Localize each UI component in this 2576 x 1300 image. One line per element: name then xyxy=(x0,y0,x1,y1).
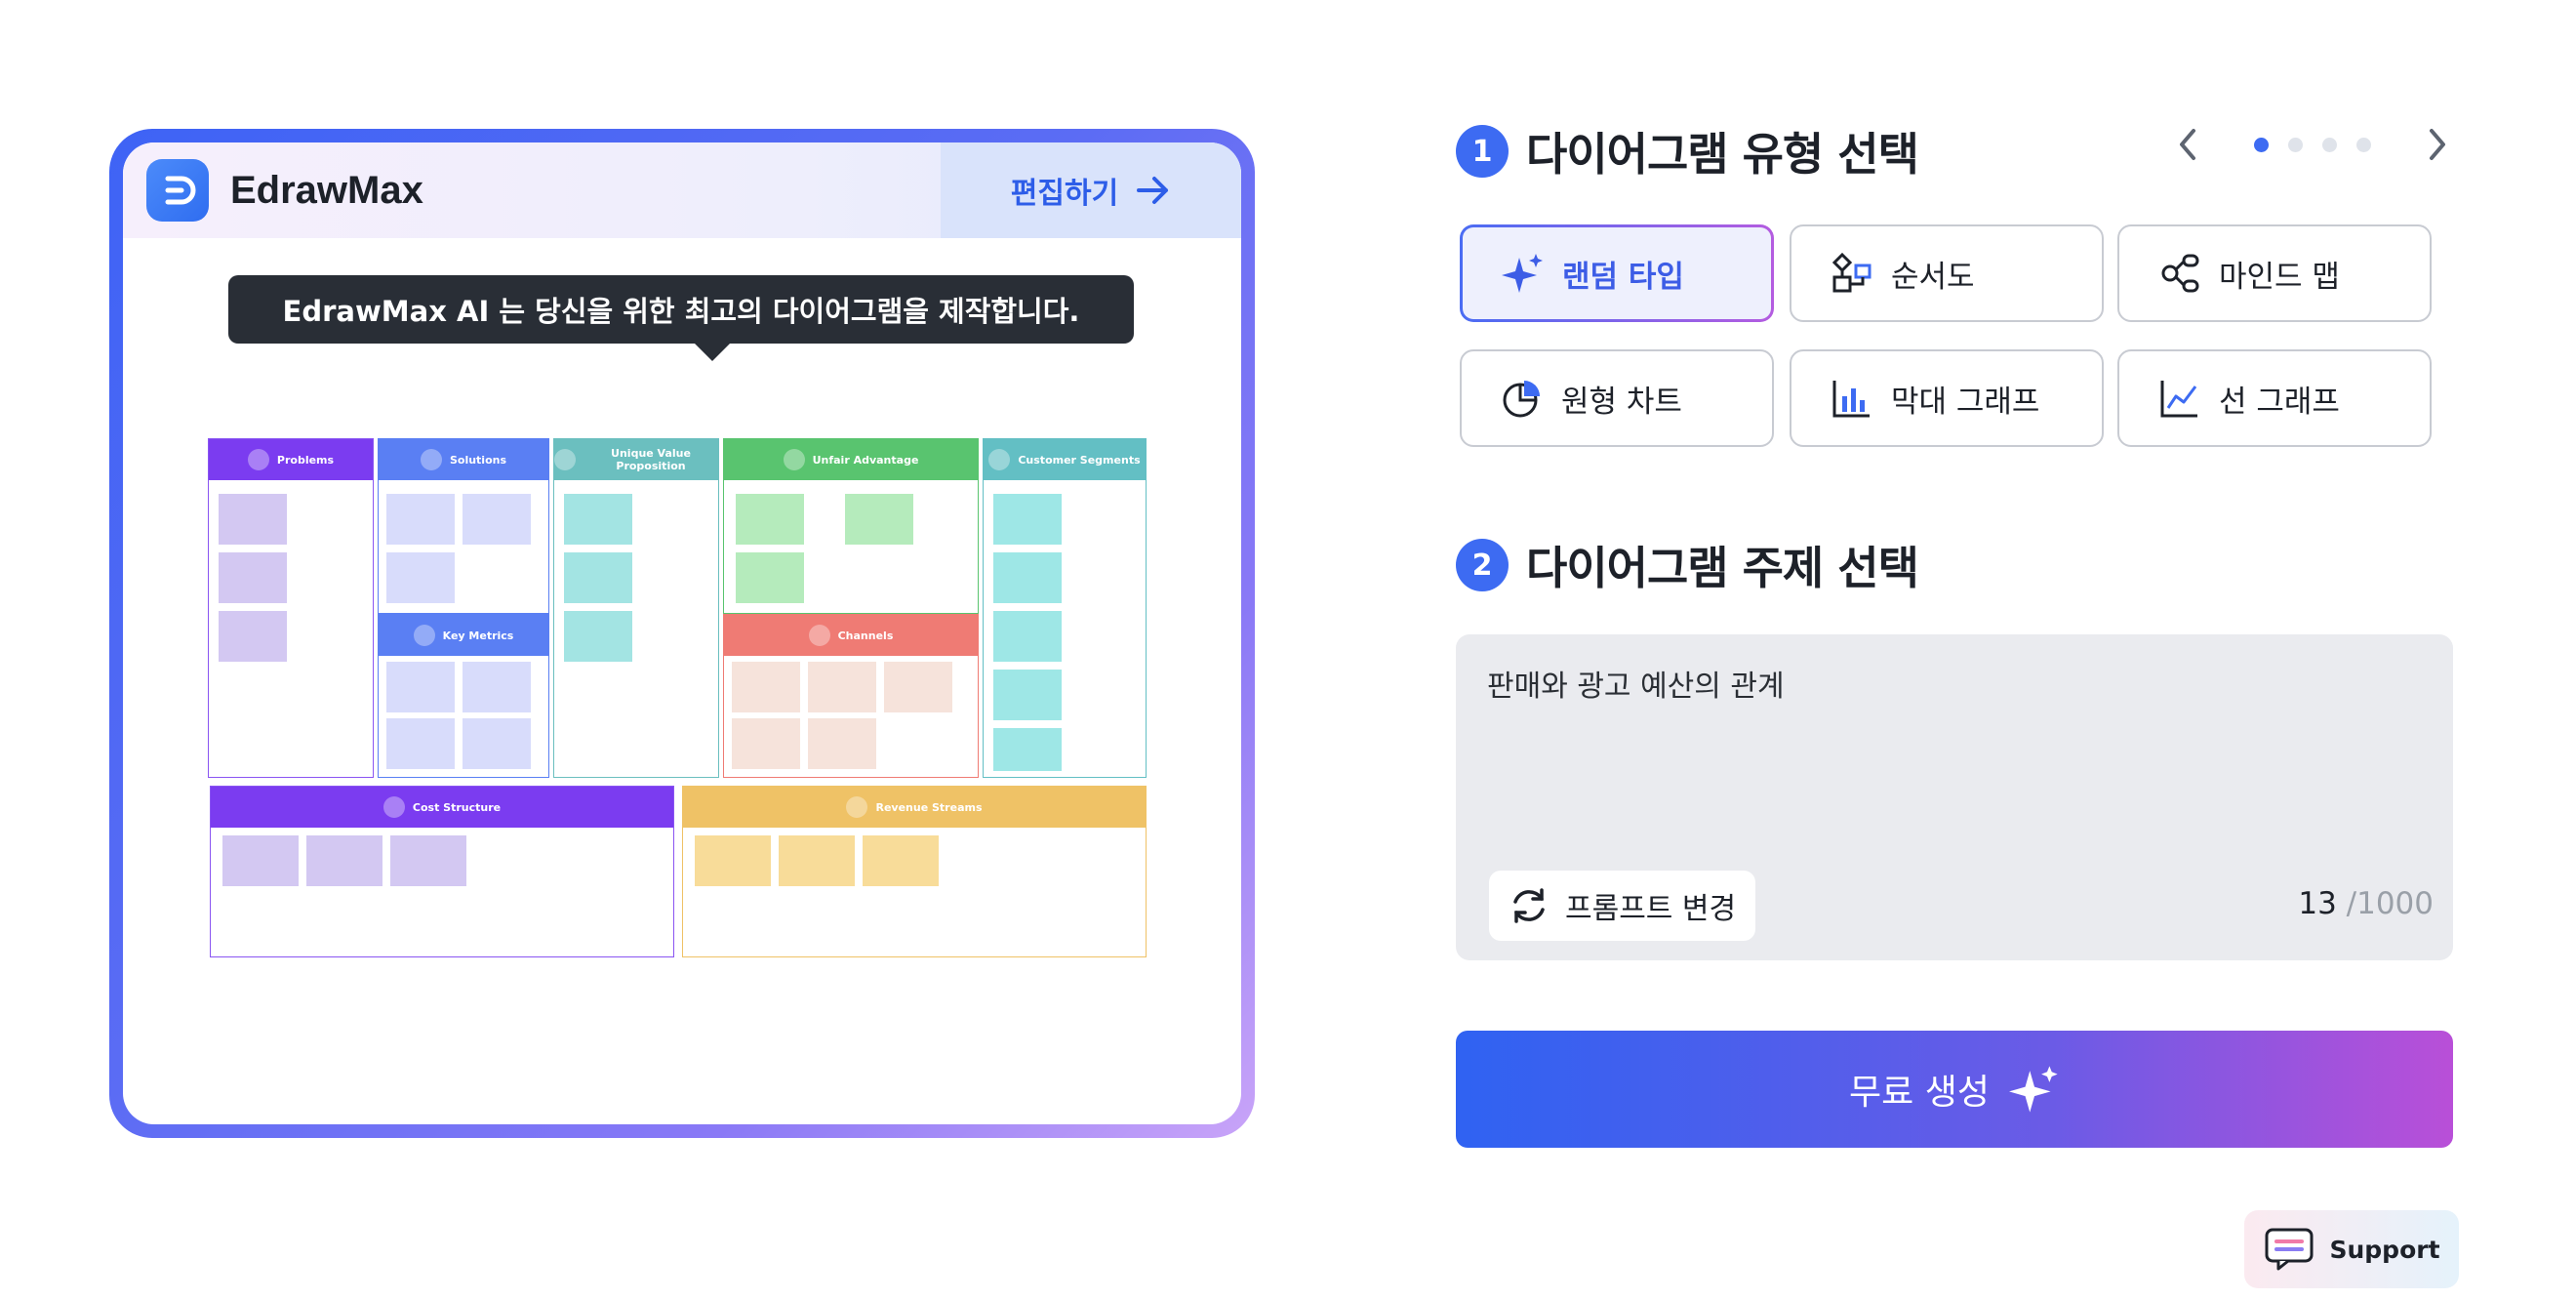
char-count: 13 xyxy=(2298,886,2337,921)
prompt-change-button[interactable]: 프롬프트 변경 xyxy=(1489,871,1756,941)
type-flowchart-label: 순서도 xyxy=(1891,259,1975,295)
canvas-key-metrics: Key Metrics xyxy=(378,614,549,778)
canvas-customer-segments: Customer Segments xyxy=(983,438,1147,778)
step1-title: 다이어그램 유형 선택 xyxy=(1526,128,1919,181)
canvas-unfair-title: Unfair Advantage xyxy=(812,453,919,467)
carousel-dot[interactable] xyxy=(2288,137,2303,152)
canvas-revenue-streams: Revenue Streams xyxy=(682,786,1147,957)
canvas-cost-title: Cost Structure xyxy=(412,800,502,814)
sparkle-icon xyxy=(2008,1066,2058,1113)
carousel-dot[interactable] xyxy=(2322,137,2337,152)
chevron-right-icon[interactable] xyxy=(2418,125,2457,164)
type-pie-chart-label: 원형 차트 xyxy=(1561,384,1682,420)
sparkle-icon xyxy=(1502,252,1545,295)
type-bar-chart-button[interactable]: 막대 그래프 xyxy=(1790,349,2104,447)
topic-input[interactable]: 판매와 광고 예산의 관계 프롬프트 변경 13 /1000 xyxy=(1456,634,2453,960)
preview-header: EdrawMax 편집하기 xyxy=(123,142,1241,238)
generate-label: 무료 생성 xyxy=(1849,1073,1990,1113)
chevron-left-icon[interactable] xyxy=(2168,125,2207,164)
type-line-chart-button[interactable]: 선 그래프 xyxy=(2117,349,2432,447)
step2-header: 2 다이어그램 주제 선택 xyxy=(1456,533,1919,597)
type-line-chart-label: 선 그래프 xyxy=(2219,384,2340,420)
step1-number: 1 xyxy=(1456,125,1509,178)
canvas-problems-title: Problems xyxy=(276,453,335,467)
arrow-right-icon xyxy=(1137,177,1169,204)
canvas-segments-title: Customer Segments xyxy=(1018,453,1141,467)
type-pie-chart-button[interactable]: 원형 차트 xyxy=(1460,349,1774,447)
prompt-change-label: 프롬프트 변경 xyxy=(1565,892,1737,926)
bar-chart-icon xyxy=(1831,377,1873,420)
canvas-channels-title: Channels xyxy=(837,629,894,642)
preview-tooltip: EdrawMax AI 는 당신을 위한 최고의 다이어그램을 제작합니다. xyxy=(228,275,1134,361)
canvas-uvp: Unique Value Proposition xyxy=(553,438,719,778)
edrawmax-logo-icon xyxy=(146,159,209,222)
support-label: Support xyxy=(2329,1235,2440,1264)
refresh-icon xyxy=(1513,888,1545,923)
brand: EdrawMax xyxy=(123,159,423,222)
carousel-dot[interactable] xyxy=(2254,137,2269,152)
char-max: /1000 xyxy=(2346,886,2434,921)
preview-card: EdrawMax 편집하기 EdrawMax AI 는 당신을 위한 최고의 다… xyxy=(109,129,1255,1138)
step2-number: 2 xyxy=(1456,539,1509,591)
flowchart-icon xyxy=(1831,252,1873,295)
preview-diagram: Problems Solutions Key Metrics Unique Va… xyxy=(208,438,1147,967)
canvas-problems: Problems xyxy=(208,438,374,778)
page: EdrawMax 편집하기 EdrawMax AI 는 당신을 위한 최고의 다… xyxy=(0,0,2576,1300)
carousel-dots xyxy=(2244,137,2381,152)
canvas-unfair-advantage: Unfair Advantage xyxy=(723,438,979,614)
brand-name: EdrawMax xyxy=(230,168,423,212)
canvas-metrics-title: Key Metrics xyxy=(442,629,514,642)
type-bar-chart-label: 막대 그래프 xyxy=(1891,384,2040,420)
line-chart-icon xyxy=(2158,377,2201,420)
edit-button[interactable]: 편집하기 xyxy=(941,142,1241,238)
type-flowchart-button[interactable]: 순서도 xyxy=(1790,224,2104,322)
type-random-button[interactable]: 랜덤 타입 xyxy=(1460,224,1774,322)
canvas-cost-structure: Cost Structure xyxy=(210,786,674,957)
type-mindmap-button[interactable]: 마인드 맵 xyxy=(2117,224,2432,322)
canvas-revenue-title: Revenue Streams xyxy=(875,800,983,814)
edit-button-label: 편집하기 xyxy=(1010,177,1119,211)
type-mindmap-label: 마인드 맵 xyxy=(2219,259,2340,295)
canvas-solutions: Solutions xyxy=(378,438,549,614)
canvas-uvp-title: Unique Value Proposition xyxy=(611,447,691,472)
step1-header: 1 다이어그램 유형 선택 xyxy=(1456,119,1919,183)
generate-button[interactable]: 무료 생성 xyxy=(1456,1031,2453,1148)
step2-title: 다이어그램 주제 선택 xyxy=(1526,542,1919,594)
carousel-dot[interactable] xyxy=(2356,137,2371,152)
chat-icon xyxy=(2265,1228,2314,1271)
mindmap-icon xyxy=(2158,252,2201,295)
type-random-label: 랜덤 타입 xyxy=(1562,259,1684,295)
preview-inner: EdrawMax 편집하기 EdrawMax AI 는 당신을 위한 최고의 다… xyxy=(123,142,1241,1124)
support-button[interactable]: Support xyxy=(2244,1210,2459,1288)
canvas-channels: Channels xyxy=(723,614,979,778)
topic-text[interactable]: 판매와 광고 예산의 관계 xyxy=(1487,662,1785,705)
canvas-solutions-title: Solutions xyxy=(449,453,507,467)
pie-chart-icon xyxy=(1501,377,1544,420)
type-carousel xyxy=(2168,125,2457,164)
char-counter: 13 /1000 xyxy=(2298,886,2434,921)
